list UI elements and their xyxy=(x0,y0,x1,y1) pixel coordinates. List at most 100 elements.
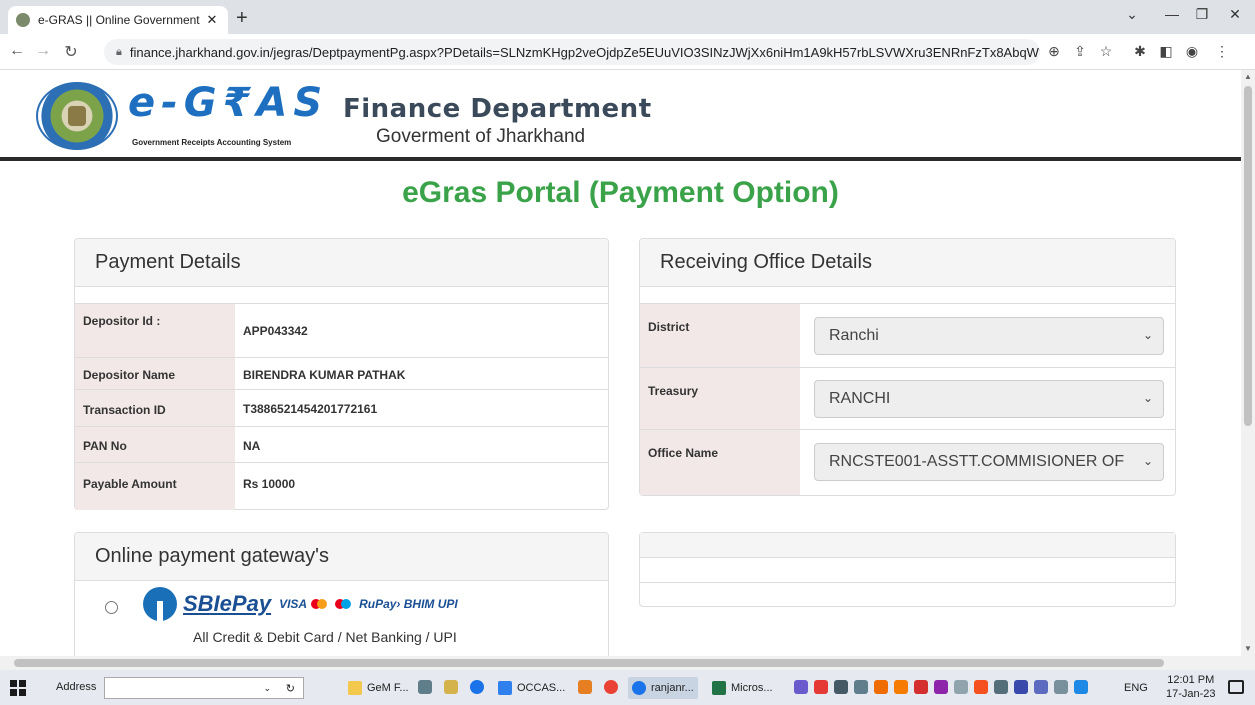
taskbar-app-gem[interactable]: GeM F... xyxy=(344,677,413,699)
tray-icon[interactable] xyxy=(954,680,968,694)
egras-logo: e-G₹AS xyxy=(128,80,329,126)
horizontal-scrollbar[interactable] xyxy=(0,656,1255,670)
empty-row xyxy=(640,582,1175,607)
vertical-scrollbar[interactable]: ▲ ▼ xyxy=(1241,70,1255,656)
vlc-icon[interactable] xyxy=(578,680,592,694)
lock-icon: 🔒︎ xyxy=(116,45,122,58)
dept-subtitle: Goverment of Jharkhand xyxy=(376,126,586,147)
scrollbar-thumb[interactable] xyxy=(1244,86,1252,426)
tray-icon[interactable] xyxy=(1074,680,1088,694)
tray-icon[interactable] xyxy=(934,680,948,694)
taskbar-address-input[interactable]: ⌄ ↻ xyxy=(104,677,304,699)
browser-menu-icon[interactable]: ⋮ xyxy=(1212,43,1232,60)
taskbar-app-micros[interactable]: Micros... xyxy=(708,677,777,699)
site-favicon-icon xyxy=(16,13,30,27)
row-label: Office Name xyxy=(640,430,800,495)
chevron-down-icon[interactable]: ⌄ xyxy=(263,683,271,694)
windows-start-icon[interactable] xyxy=(10,680,26,696)
tray-icon[interactable] xyxy=(834,680,848,694)
office-name-select[interactable]: RNCSTE001-ASSTT.COMMISIONER OF ⌄ xyxy=(814,443,1164,481)
treasury-select[interactable]: RANCHI ⌄ xyxy=(814,380,1164,418)
minimize-button[interactable]: — xyxy=(1157,6,1187,22)
card-brands-visa: VISA xyxy=(279,597,308,611)
back-arrow-icon[interactable]: ← xyxy=(6,42,28,60)
tray-icon[interactable] xyxy=(794,680,808,694)
row-label: District xyxy=(640,304,800,367)
tab-search-chevron-down-icon[interactable]: ⌄ xyxy=(1117,6,1147,23)
side-panel-icon[interactable]: ◧ xyxy=(1156,43,1176,60)
payment-details-panel: Payment Details Depositor Id : APP043342… xyxy=(74,238,609,510)
address-bar[interactable]: 🔒︎ finance.jharkhand.gov.in/jegras/Deptp… xyxy=(104,39,1040,65)
address-url: finance.jharkhand.gov.in/jegras/Deptpaym… xyxy=(129,44,1040,60)
table-row: Office Name RNCSTE001-ASSTT.COMMISIONER … xyxy=(640,429,1175,495)
scroll-down-icon[interactable]: ▼ xyxy=(1241,644,1255,653)
tray-icon[interactable] xyxy=(814,680,828,694)
table-row: Transaction ID T3886521454201772161 xyxy=(75,389,608,426)
notepad-icon[interactable] xyxy=(418,680,432,694)
clock-time: 12:01 PM xyxy=(1167,674,1215,686)
address-toolbar-label: Address xyxy=(56,681,97,693)
depositor-name-value: BIRENDRA KUMAR PATHAK xyxy=(243,368,406,382)
chrome-icon[interactable] xyxy=(470,680,484,694)
empty-row xyxy=(640,557,1175,582)
refresh-icon[interactable]: ↻ xyxy=(286,682,295,695)
header-divider xyxy=(0,157,1241,161)
clock-date: 17-Jan-23 xyxy=(1166,688,1216,700)
district-select[interactable]: Ranchi ⌄ xyxy=(814,317,1164,355)
row-label: Treasury xyxy=(640,368,800,429)
page-viewport: e-G₹AS Government Receipts Accounting Sy… xyxy=(0,70,1241,656)
browser-tab[interactable]: e-GRAS || Online Government Re ✕ xyxy=(8,6,228,34)
volume-icon[interactable] xyxy=(1054,680,1068,694)
tray-icon[interactable] xyxy=(974,680,988,694)
extensions-puzzle-icon[interactable]: ✱ xyxy=(1130,43,1150,60)
tray-icon[interactable] xyxy=(874,680,888,694)
profile-avatar-icon[interactable]: ◉ xyxy=(1182,43,1202,60)
bookmark-star-icon[interactable]: ☆ xyxy=(1096,43,1116,60)
zoom-icon[interactable]: ⊕ xyxy=(1044,43,1064,60)
notes-icon[interactable] xyxy=(444,680,458,694)
maestro-icon xyxy=(341,599,352,609)
chevron-left-icon[interactable] xyxy=(994,680,1008,694)
table-row: Depositor Id : APP043342 xyxy=(75,303,608,357)
table-row: PAN No NA xyxy=(75,426,608,462)
scrollbar-thumb[interactable] xyxy=(14,659,1164,667)
taskbar-app-label: OCCAS... xyxy=(517,682,566,694)
row-label: Depositor Name xyxy=(75,358,235,389)
scroll-up-icon[interactable]: ▲ xyxy=(1241,72,1255,81)
reload-icon[interactable]: ↻ xyxy=(60,42,82,62)
empty-panel-head xyxy=(640,533,1175,557)
new-tab-button[interactable]: + xyxy=(236,7,248,30)
windows-taskbar: Address ⌄ ↻ GeM F... OCCAS... ranjanr...… xyxy=(0,670,1255,705)
row-label: Depositor Id : xyxy=(75,304,235,357)
receiving-office-panel: Receiving Office Details District Ranchi… xyxy=(639,238,1176,496)
tab-close-icon[interactable]: ✕ xyxy=(204,12,220,28)
browser-toolbar: ← → ↻ 🔒︎ finance.jharkhand.gov.in/jegras… xyxy=(0,34,1255,70)
taskbar-app-occas[interactable]: OCCAS... xyxy=(494,677,569,699)
tray-icon[interactable] xyxy=(1014,680,1028,694)
tray-icon[interactable] xyxy=(914,680,928,694)
folder-icon xyxy=(348,681,362,695)
chevron-down-icon: ⌄ xyxy=(1142,391,1153,405)
table-row: Treasury RANCHI ⌄ xyxy=(640,367,1175,429)
payment-gateway-panel: Online payment gateway's SBIePay VISA Ru… xyxy=(74,532,609,656)
network-icon[interactable] xyxy=(1034,680,1048,694)
chrome-icon[interactable] xyxy=(604,680,618,694)
table-row: District Ranchi ⌄ xyxy=(640,303,1175,367)
receiving-office-heading: Receiving Office Details xyxy=(640,239,1175,287)
sbiepay-logo[interactable]: SBIePay VISA RuPay› BHIM UPI xyxy=(143,587,458,621)
sbiepay-radio[interactable] xyxy=(105,601,118,614)
card-brands-rupay-upi: RuPay› BHIM UPI xyxy=(359,597,458,611)
notification-icon[interactable] xyxy=(1228,680,1244,694)
office-name-selected-value: RNCSTE001-ASSTT.COMMISIONER OF xyxy=(829,453,1125,470)
forward-arrow-icon[interactable]: → xyxy=(32,42,54,60)
share-icon[interactable]: ⇪ xyxy=(1070,43,1090,60)
search-icon[interactable] xyxy=(894,680,908,694)
close-window-button[interactable]: ✕ xyxy=(1220,6,1250,23)
excel-icon xyxy=(712,681,726,695)
tray-icon[interactable] xyxy=(854,680,868,694)
language-indicator[interactable]: ENG xyxy=(1124,682,1148,694)
taskbar-app-ranjanr[interactable]: ranjanr... xyxy=(628,677,698,699)
restore-button[interactable]: ❐ xyxy=(1187,6,1217,23)
taskbar-clock[interactable]: 12:01 PM 17-Jan-23 xyxy=(1166,673,1216,701)
gateway-caption: All Credit & Debit Card / Net Banking / … xyxy=(193,629,457,645)
